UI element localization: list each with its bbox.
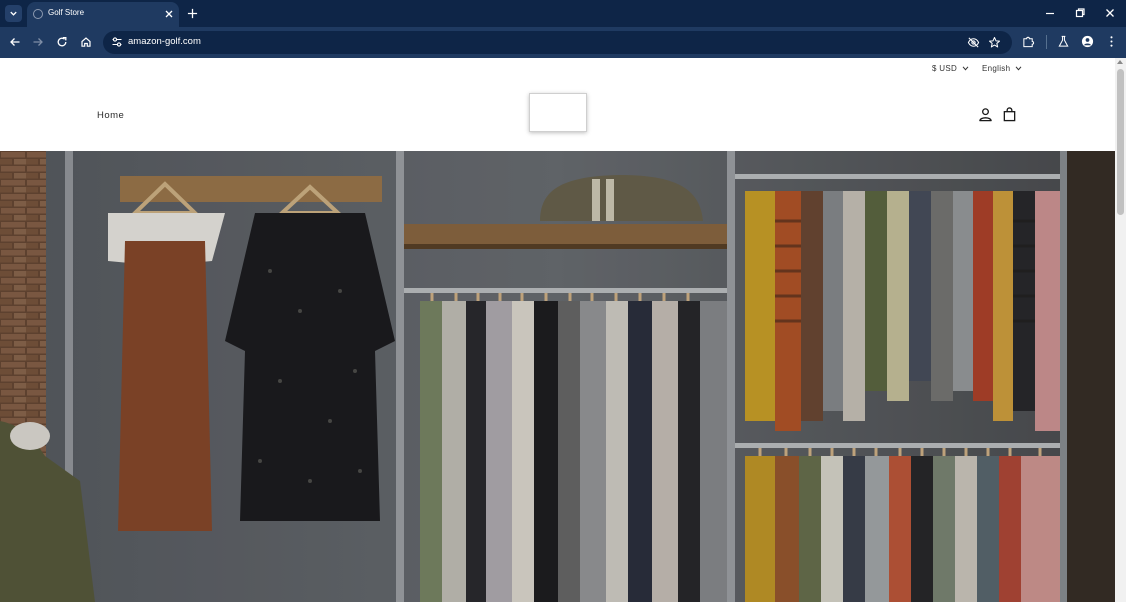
tab-title: Golf Store xyxy=(48,8,85,17)
browser-tab[interactable]: Golf Store xyxy=(27,2,179,27)
puzzle-icon[interactable] xyxy=(1022,35,1035,48)
star-icon[interactable] xyxy=(988,36,1001,49)
user-icon[interactable] xyxy=(978,107,993,122)
chevron-down-icon xyxy=(10,11,17,16)
hero-banner-image xyxy=(0,151,1115,602)
language-selector[interactable]: English xyxy=(982,64,1022,73)
close-icon[interactable] xyxy=(163,8,175,20)
close-icon[interactable] xyxy=(1104,7,1116,19)
toolbar-divider xyxy=(1046,35,1047,49)
scrollbar-thumb[interactable] xyxy=(1117,69,1124,215)
nav-link-home[interactable]: Home xyxy=(97,110,124,121)
web-page: $ USD English Home xyxy=(0,58,1115,602)
account-icon[interactable] xyxy=(1081,35,1094,48)
url-text: amazon-golf.com xyxy=(128,36,201,47)
chevron-down-icon xyxy=(1015,66,1022,71)
page-scrollbar[interactable] xyxy=(1115,58,1126,602)
back-arrow-icon[interactable] xyxy=(9,36,21,48)
currency-selector[interactable]: $ USD xyxy=(932,64,969,73)
tune-icon[interactable] xyxy=(111,36,123,48)
kebab-menu-icon[interactable] xyxy=(1105,35,1118,48)
scroll-up-arrow[interactable] xyxy=(1117,60,1123,64)
address-bar[interactable]: amazon-golf.com xyxy=(103,31,1012,54)
flask-icon[interactable] xyxy=(1057,35,1070,48)
home-icon[interactable] xyxy=(80,36,92,48)
currency-label: $ USD xyxy=(932,64,958,73)
shopping-bag-icon[interactable] xyxy=(1002,107,1017,122)
eye-off-icon[interactable] xyxy=(967,36,980,49)
tab-strip: Golf Store xyxy=(0,0,1126,27)
language-label: English xyxy=(982,64,1011,73)
chevron-down-icon xyxy=(962,66,969,71)
reload-icon[interactable] xyxy=(56,36,68,48)
restore-icon[interactable] xyxy=(1074,7,1086,19)
store-logo[interactable] xyxy=(529,93,587,132)
tab-search-button[interactable] xyxy=(5,5,22,22)
minimize-icon[interactable] xyxy=(1044,7,1056,19)
plus-icon[interactable] xyxy=(187,8,198,19)
forward-arrow-icon[interactable] xyxy=(32,36,44,48)
browser-toolbar: amazon-golf.com xyxy=(0,27,1126,58)
globe-icon xyxy=(33,9,43,19)
